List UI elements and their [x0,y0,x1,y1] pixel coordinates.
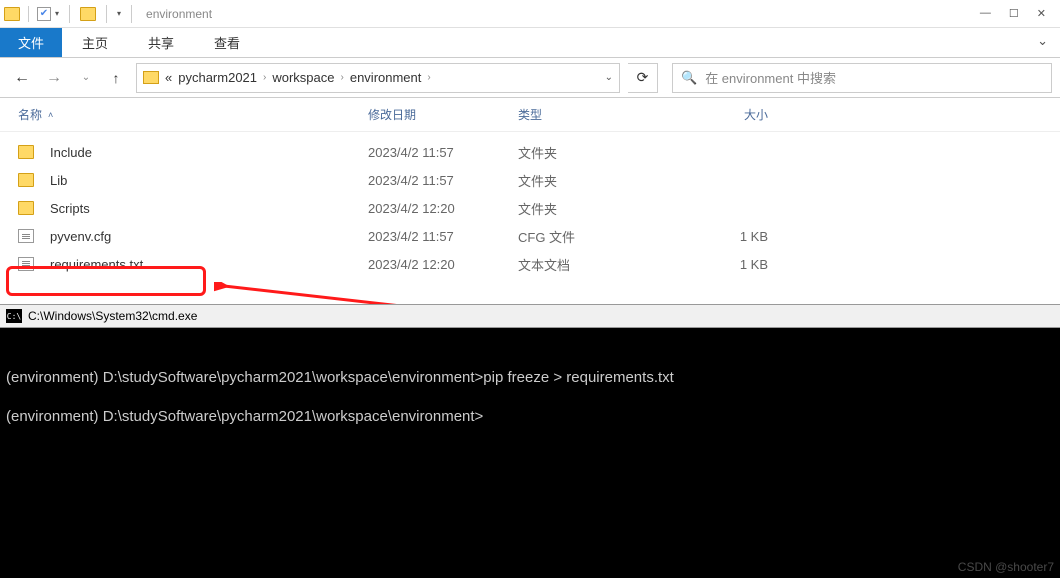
chevron-right-icon: › [263,72,266,83]
properties-checkbox-icon[interactable]: ✔ [37,7,51,21]
sort-arrow-icon: ˄ [48,110,53,120]
file-name: pyvenv.cfg [50,229,111,244]
folder-icon [4,7,20,21]
breadcrumb-item[interactable]: pycharm2021 [178,70,257,85]
column-name[interactable]: 名称 ˄ [18,106,368,123]
ribbon-expand-icon[interactable]: ⌄ [1025,28,1060,57]
column-headers: 名称 ˄ 修改日期 类型 大小 [0,98,1060,132]
column-size[interactable]: 大小 [688,106,788,123]
divider [69,5,70,23]
chevron-right-icon: › [341,72,344,83]
file-row[interactable]: requirements.txt 2023/4/2 12:20 文本文档 1 K… [0,250,1060,278]
breadcrumb-prefix: « [165,70,172,85]
file-type: 文件夹 [518,199,688,218]
file-name: Scripts [50,201,90,216]
file-name: Include [50,145,92,160]
cmd-title: C:\Windows\System32\cmd.exe [28,309,197,323]
terminal-line: (environment) D:\studySoftware\pycharm20… [6,369,674,386]
file-name: Lib [50,173,67,188]
chevron-right-icon: › [427,72,430,83]
file-list: Include 2023/4/2 11:57 文件夹 Lib 2023/4/2 … [0,132,1060,278]
terminal[interactable]: (environment) D:\studySoftware\pycharm20… [0,328,1060,578]
back-button[interactable]: ← [8,64,36,92]
window-controls: — ☐ ✕ [980,7,1056,20]
folder-icon [80,7,96,21]
ribbon-tabs: 文件 主页 共享 查看 ⌄ [0,28,1060,58]
cmd-icon: C:\ [6,309,22,323]
text-file-icon [18,257,34,271]
file-row[interactable]: pyvenv.cfg 2023/4/2 11:57 CFG 文件 1 KB [0,222,1060,250]
file-type: 文本文档 [518,255,688,274]
file-type: 文件夹 [518,171,688,190]
tab-share[interactable]: 共享 [128,28,194,57]
file-size: 1 KB [688,257,788,272]
file-row[interactable]: Scripts 2023/4/2 12:20 文件夹 [0,194,1060,222]
refresh-button[interactable]: ⟳ [628,63,658,93]
file-date: 2023/4/2 11:57 [368,229,518,244]
column-name-label: 名称 [18,106,42,123]
title-bar: ✔ ▾ ▾ environment — ☐ ✕ [0,0,1060,28]
config-file-icon [18,229,34,243]
address-bar[interactable]: « pycharm2021 › workspace › environment … [136,63,620,93]
maximize-button[interactable]: ☐ [1009,7,1019,20]
divider [106,5,107,23]
recent-locations-icon[interactable]: ⌄ [72,64,100,92]
file-size: 1 KB [688,229,788,244]
column-date[interactable]: 修改日期 [368,106,518,123]
folder-icon [18,173,34,187]
file-row[interactable]: Lib 2023/4/2 11:57 文件夹 [0,166,1060,194]
forward-button[interactable]: → [40,64,68,92]
chevron-down-icon[interactable]: ▾ [55,9,59,18]
folder-icon [143,71,159,84]
breadcrumb-item[interactable]: workspace [272,70,334,85]
navigation-toolbar: ← → ⌄ ↑ « pycharm2021 › workspace › envi… [0,58,1060,98]
qat-customize-icon[interactable]: ▾ [117,9,121,18]
terminal-line: (environment) D:\studySoftware\pycharm20… [6,408,483,425]
file-date: 2023/4/2 12:20 [368,201,518,216]
folder-icon [18,201,34,215]
search-icon: 🔍 [681,70,697,86]
folder-icon [18,145,34,159]
address-dropdown-icon[interactable]: ⌄ [605,72,613,83]
tab-home[interactable]: 主页 [62,28,128,57]
file-name: requirements.txt [50,257,143,272]
file-date: 2023/4/2 11:57 [368,145,518,160]
file-type: 文件夹 [518,143,688,162]
up-button[interactable]: ↑ [104,66,128,90]
tab-view[interactable]: 查看 [194,28,260,57]
tab-file[interactable]: 文件 [0,28,62,57]
column-type[interactable]: 类型 [518,106,688,123]
search-placeholder: 在 environment 中搜索 [705,68,836,87]
watermark: CSDN @shooter7 [958,560,1054,574]
minimize-button[interactable]: — [980,7,991,20]
file-row[interactable]: Include 2023/4/2 11:57 文件夹 [0,138,1060,166]
breadcrumb-item[interactable]: environment [350,70,422,85]
window-title: environment [146,7,212,21]
qat-divider [28,6,29,22]
divider [131,5,132,23]
close-button[interactable]: ✕ [1037,7,1046,20]
search-input[interactable]: 🔍 在 environment 中搜索 [672,63,1052,93]
quick-access-toolbar: ✔ ▾ ▾ environment [4,5,212,23]
file-date: 2023/4/2 12:20 [368,257,518,272]
file-date: 2023/4/2 11:57 [368,173,518,188]
file-type: CFG 文件 [518,227,688,246]
cmd-title-bar: C:\ C:\Windows\System32\cmd.exe [0,304,1060,328]
